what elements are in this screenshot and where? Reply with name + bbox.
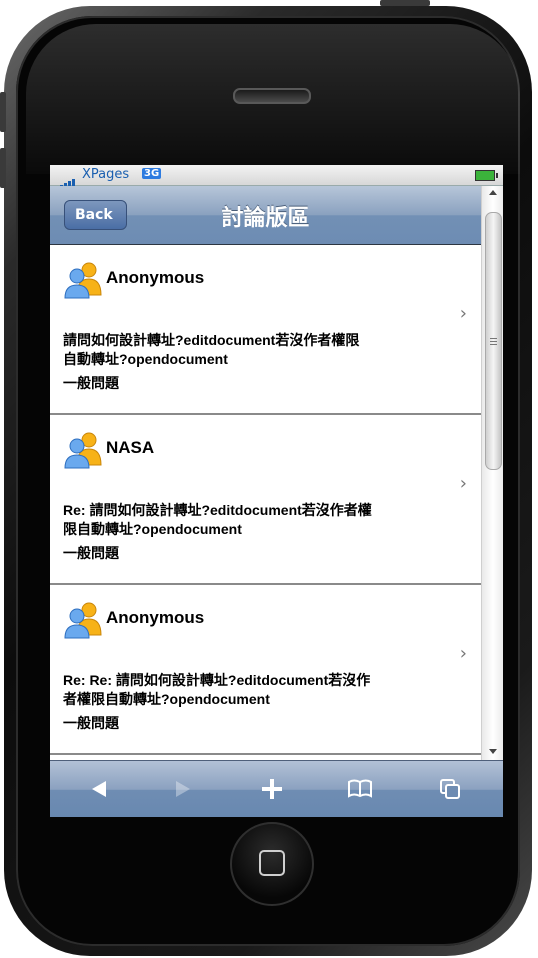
power-button <box>380 0 430 6</box>
add-button[interactable] <box>252 771 292 807</box>
navigation-bar: Back 討論版區 <box>50 186 481 245</box>
chevron-right-icon: › <box>459 303 467 324</box>
chevron-right-icon: › <box>459 473 467 494</box>
device-screen: XPages 3G Back 討論版區 Anonymous › 請問如何設計轉址… <box>50 165 503 817</box>
list-item[interactable]: Anonymous › 請問如何設計轉址?editdocument若沒作者權限 … <box>50 245 481 415</box>
mute-switch <box>0 92 6 132</box>
scroll-up-icon[interactable] <box>489 190 497 195</box>
user-group-icon <box>64 432 102 469</box>
post-subject: Re: 請問如何設計轉址?editdocument若沒作者權 限自動轉址?ope… <box>63 502 372 537</box>
back-arrow-icon <box>92 781 106 797</box>
chevron-right-icon: › <box>459 643 467 664</box>
network-badge: 3G <box>142 168 162 179</box>
post-category: 一般問題 <box>63 715 119 731</box>
post-author: Anonymous <box>106 268 205 287</box>
user-group-icon <box>64 602 102 639</box>
forward-arrow-icon <box>176 781 190 797</box>
post-subject: Re: Re: 請問如何設計轉址?editdocument若沒作 者權限自動轉址… <box>63 672 371 707</box>
post-subject: 請問如何設計轉址?editdocument若沒作者權限 自動轉址?opendoc… <box>63 332 360 367</box>
post-author: Anonymous <box>106 608 205 627</box>
pages-icon <box>440 779 460 799</box>
volume-up-button <box>0 148 6 188</box>
list-item[interactable]: NASA › Re: 請問如何設計轉址?editdocument若沒作者權 限自… <box>50 415 481 585</box>
back-nav-button[interactable] <box>78 771 118 807</box>
scroll-down-icon[interactable] <box>489 749 497 754</box>
post-author: NASA <box>106 438 155 457</box>
plus-icon <box>262 779 282 799</box>
list-item[interactable]: Anonymous › Re: Re: 請問如何設計轉址?editdocumen… <box>50 585 481 755</box>
user-group-icon <box>64 262 102 299</box>
home-square-icon <box>259 850 285 876</box>
browser-toolbar <box>50 760 503 817</box>
post-list: Anonymous › 請問如何設計轉址?editdocument若沒作者權限 … <box>50 245 481 755</box>
page-title: 討論版區 <box>221 206 310 231</box>
scrollbar[interactable] <box>481 186 503 760</box>
pages-button[interactable] <box>430 771 470 807</box>
forward-nav-button[interactable] <box>162 771 202 807</box>
bookmarks-button[interactable] <box>340 771 380 807</box>
carrier-name: XPages <box>82 167 130 182</box>
grip-icon <box>490 338 497 339</box>
battery-icon <box>475 170 498 181</box>
book-icon <box>348 779 372 798</box>
scrollbar-thumb[interactable] <box>485 212 502 470</box>
post-category: 一般問題 <box>63 375 119 391</box>
earpiece-speaker <box>233 88 311 104</box>
status-bar: XPages 3G <box>50 165 503 190</box>
post-category: 一般問題 <box>63 545 119 561</box>
